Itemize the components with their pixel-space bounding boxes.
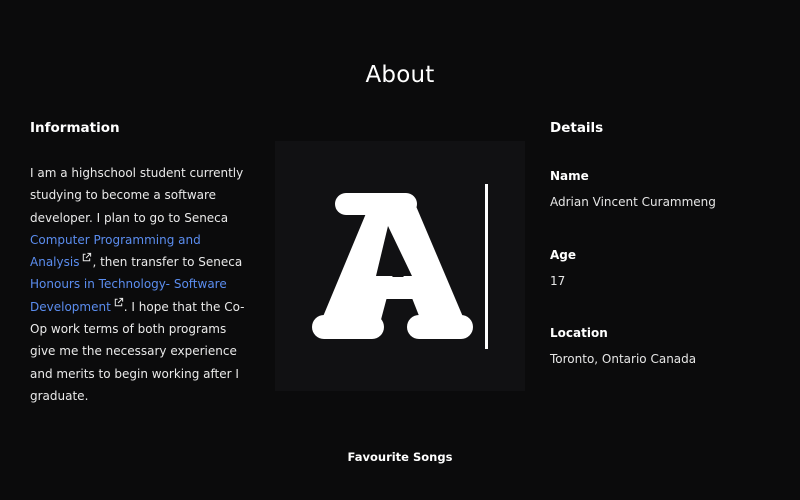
- name-value: Adrian Vincent Curammeng: [550, 195, 716, 209]
- logo-letter-a-icon: [312, 184, 488, 349]
- about-text-3: . I hope that the Co-Op work terms of bo…: [30, 299, 245, 403]
- logo-panel: [275, 141, 525, 391]
- age-label: Age: [550, 248, 577, 262]
- age-value: 17: [550, 274, 566, 288]
- about-paragraph: I am a highschool student currently stud…: [30, 162, 252, 407]
- details-heading: Details: [550, 120, 604, 136]
- external-link-icon: [83, 253, 92, 262]
- about-text-2: , then transfer to Seneca: [92, 255, 243, 270]
- name-label: Name: [550, 169, 589, 183]
- about-text-1: I am a highschool student currently stud…: [30, 166, 244, 225]
- information-section: Information I am a highschool student cu…: [30, 120, 252, 407]
- detail-name: Name Adrian Vincent Curammeng: [550, 169, 716, 209]
- detail-age: Age 17: [550, 248, 576, 288]
- detail-location: Location Toronto, Ontario Canada: [550, 326, 696, 366]
- favourite-songs-heading: Favourite Songs: [347, 450, 453, 464]
- information-heading: Information: [30, 120, 120, 136]
- location-label: Location: [550, 326, 608, 340]
- page-title: About: [365, 62, 435, 88]
- details-section: Details Name Adrian Vincent Curammeng Ag…: [550, 120, 780, 366]
- external-link-icon: [114, 297, 123, 306]
- location-value: Toronto, Ontario Canada: [550, 352, 697, 366]
